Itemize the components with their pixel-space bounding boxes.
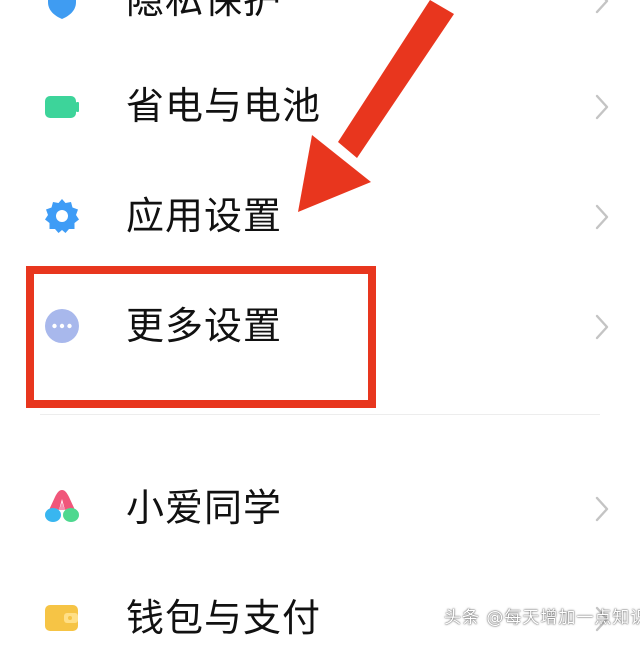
- watermark: 头条 @每天增加一点知识: [444, 608, 640, 628]
- pointer-arrow-icon: [298, 0, 454, 212]
